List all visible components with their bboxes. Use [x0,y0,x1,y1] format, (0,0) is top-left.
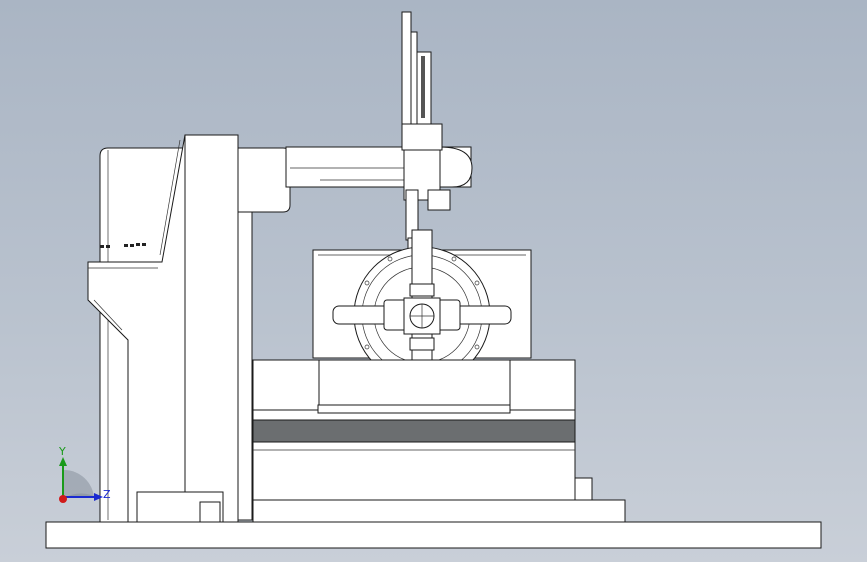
z-axis-label: Z [103,488,111,501]
origin-marker [59,495,67,503]
machine-drawing: Y Z [45,11,822,549]
slide-rail-band [252,419,576,443]
y-axis-arrowhead [59,457,67,466]
left-column [87,134,253,523]
base-plate [45,521,822,549]
y-axis-label: Y [58,445,66,458]
cad-viewport[interactable]: Y Z [0,0,867,562]
vertical-slide [401,11,451,257]
slide-bed [252,359,626,523]
